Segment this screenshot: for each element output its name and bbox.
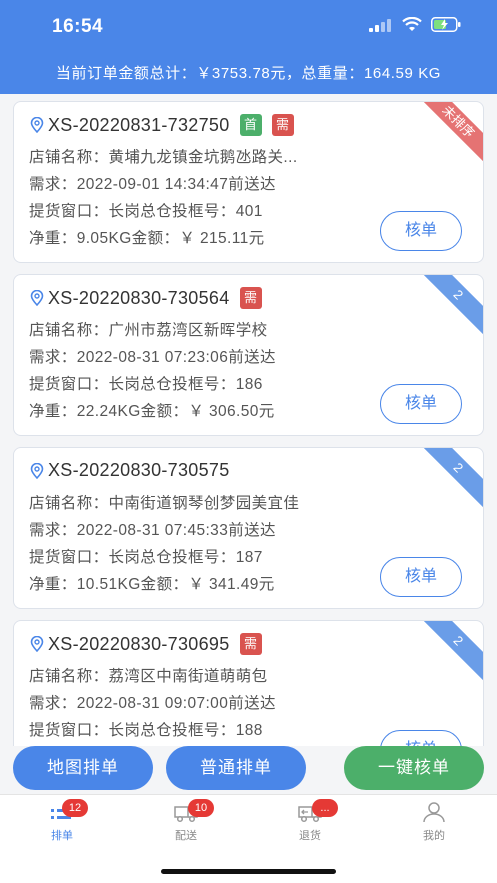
- sort-ribbon: 2: [404, 621, 483, 695]
- verify-order-button[interactable]: 核单: [380, 384, 462, 424]
- delivery-deadline: 需求：2022-08-31 07:45:33前送达: [29, 522, 276, 539]
- normal-sort-button[interactable]: 普通排单: [166, 746, 306, 790]
- pickup-window: 提货窗口：长岗总仓投框号：188: [29, 722, 263, 739]
- location-pin-icon: [30, 636, 44, 652]
- order-number-line: XS-20220830-730575: [30, 460, 230, 481]
- shop-name: 店铺名称：中南街道钢琴创梦园美宜佳: [29, 495, 300, 512]
- verify-order-button[interactable]: 核单: [380, 211, 462, 251]
- tab-badge: ...: [312, 799, 338, 817]
- delivery-deadline: 需求：2022-09-01 14:34:47前送达: [29, 176, 276, 193]
- need-tag: 需: [271, 114, 294, 136]
- order-card[interactable]: 2 XS-20220830-730695 需 店铺名称：荔湾区中南街道萌萌包 需…: [13, 620, 484, 746]
- one-click-verify-button[interactable]: 一键核单: [344, 746, 484, 790]
- location-pin-icon: [30, 117, 44, 133]
- header: 16:54 当前订单金额总计：￥3753.78元，总重量：164.59 KG: [0, 0, 497, 94]
- tab-badge: 12: [62, 799, 88, 817]
- order-number-line: XS-20220830-730564 需: [30, 287, 262, 309]
- shop-name: 店铺名称：广州市荔湾区新晖学校: [29, 322, 268, 339]
- pickup-window: 提货窗口：长岗总仓投框号：401: [29, 203, 263, 220]
- weight-amount: 净重：9.05KG金额：￥ 215.11元: [29, 230, 265, 247]
- order-number-line: XS-20220830-730695 需: [30, 633, 262, 655]
- location-pin-icon: [30, 290, 44, 306]
- order-number: XS-20220830-730564: [48, 287, 230, 308]
- shop-name: 店铺名称：黄埔九龙镇金坑鹅氹路关...: [29, 149, 298, 166]
- order-card[interactable]: 未排序 XS-20220831-732750 首 需 店铺名称：黄埔九龙镇金坑鹅…: [13, 101, 484, 263]
- order-number: XS-20220830-730575: [48, 460, 230, 480]
- delivery-deadline: 需求：2022-08-31 09:07:00前送达: [29, 695, 276, 712]
- tab-returns[interactable]: ... 退货: [270, 799, 350, 843]
- weight-amount: 净重：10.51KG金额：￥ 341.49元: [29, 576, 275, 593]
- status-time: 16:54: [52, 16, 104, 37]
- wifi-icon: [402, 17, 422, 31]
- status-icons: [369, 17, 461, 32]
- tab-mine[interactable]: 我的: [394, 801, 474, 843]
- order-card[interactable]: 2 XS-20220830-730575 店铺名称：中南街道钢琴创梦园美宜佳 需…: [13, 447, 484, 609]
- order-card[interactable]: 2 XS-20220830-730564 需 店铺名称：广州市荔湾区新晖学校 需…: [13, 274, 484, 436]
- verify-order-button[interactable]: 核单: [380, 557, 462, 597]
- order-list[interactable]: 未排序 XS-20220831-732750 首 需 店铺名称：黄埔九龙镇金坑鹅…: [0, 94, 497, 746]
- order-number: XS-20220830-730695: [48, 633, 230, 654]
- signal-icon: [369, 18, 391, 32]
- pickup-window: 提货窗口：长岗总仓投框号：186: [29, 376, 263, 393]
- tab-delivery[interactable]: 10 配送: [146, 799, 226, 843]
- tab-badge: 10: [188, 799, 214, 817]
- order-number-line: XS-20220831-732750 首 需: [30, 114, 294, 136]
- tab-label: 排单: [51, 830, 73, 842]
- battery-icon: [431, 17, 461, 32]
- map-sort-button[interactable]: 地图排单: [13, 746, 153, 790]
- shop-name: 店铺名称：荔湾区中南街道萌萌包: [29, 668, 268, 685]
- tab-label: 配送: [175, 830, 197, 842]
- sort-ribbon: 未排序: [404, 102, 483, 176]
- need-tag: 需: [239, 633, 262, 655]
- verify-order-button[interactable]: 核单: [380, 730, 462, 746]
- user-icon: [423, 802, 445, 823]
- weight-amount: 净重：22.24KG金额：￥ 306.50元: [29, 403, 275, 420]
- location-pin-icon: [30, 462, 44, 479]
- first-order-tag: 首: [239, 114, 262, 136]
- home-indicator: [161, 869, 336, 874]
- order-number: XS-20220831-732750: [48, 114, 230, 135]
- order-summary: 当前订单金额总计：￥3753.78元，总重量：164.59 KG: [55, 65, 442, 82]
- tab-label: 我的: [423, 830, 445, 842]
- tab-sort[interactable]: 12 排单: [22, 799, 102, 843]
- delivery-deadline: 需求：2022-08-31 07:23:06前送达: [29, 349, 276, 366]
- sort-ribbon: 2: [404, 448, 483, 522]
- pickup-window: 提货窗口：长岗总仓投框号：187: [29, 549, 263, 566]
- need-tag: 需: [239, 287, 262, 309]
- action-bar: 地图排单 普通排单 一键核单: [0, 746, 497, 794]
- tab-label: 退货: [299, 830, 321, 842]
- sort-ribbon: 2: [404, 275, 483, 349]
